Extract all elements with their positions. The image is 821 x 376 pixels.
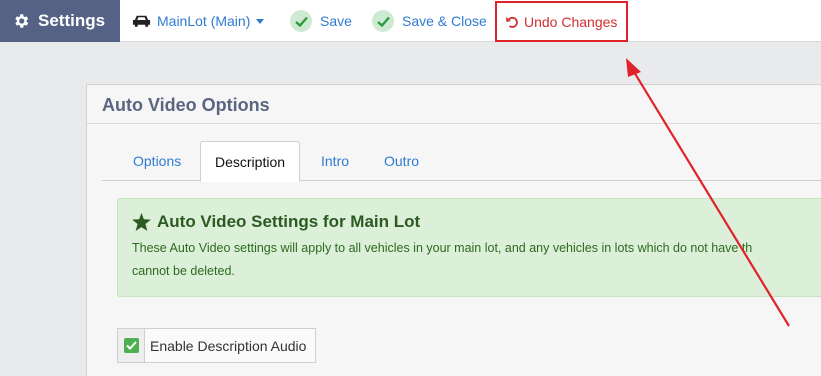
top-toolbar: Settings MainLot (Main) Save Save & Clos… <box>0 0 821 42</box>
checkbox[interactable] <box>123 338 139 353</box>
caret-down-icon <box>256 18 265 24</box>
tab-options[interactable]: Options <box>133 141 181 181</box>
tab-description[interactable]: Description <box>200 141 301 182</box>
lot-selector[interactable]: MainLot (Main) <box>132 0 265 42</box>
gear-icon <box>15 14 29 28</box>
checkbox-container <box>118 329 145 362</box>
checkbox-label: Enable Description Audio <box>145 329 316 362</box>
brand-label: Settings <box>38 11 106 30</box>
undo-icon <box>506 16 518 28</box>
car-icon <box>132 15 151 27</box>
save-close-button[interactable]: Save & Close <box>372 0 487 42</box>
tab-bar: Options Description Intro Outro <box>102 141 821 182</box>
info-alert: Auto Video Settings for Main Lot These A… <box>117 198 821 297</box>
tab-outro[interactable]: Outro <box>384 141 419 181</box>
auto-video-options-panel: Auto Video Options Options Description I… <box>86 84 821 376</box>
check-icon <box>290 10 312 32</box>
save-button[interactable]: Save <box>290 0 352 42</box>
alert-line-1: These Auto Video settings will apply to … <box>132 241 753 255</box>
alert-body: These Auto Video settings will apply to … <box>132 237 821 283</box>
check-icon <box>125 341 137 350</box>
undo-label: Undo Changes <box>524 13 618 30</box>
save-label: Save <box>320 13 352 29</box>
divider <box>87 123 821 124</box>
tab-intro[interactable]: Intro <box>321 141 349 181</box>
undo-changes-button[interactable]: Undo Changes <box>495 1 628 42</box>
lot-selector-label: MainLot (Main) <box>157 13 251 29</box>
settings-brand[interactable]: Settings <box>0 0 120 42</box>
save-close-label: Save & Close <box>402 13 487 29</box>
star-icon <box>132 213 151 231</box>
panel-title: Auto Video Options <box>102 95 270 115</box>
alert-line-2: cannot be deleted. <box>132 264 235 278</box>
enable-description-audio-toggle[interactable]: Enable Description Audio <box>117 328 317 363</box>
check-icon <box>372 10 394 32</box>
alert-heading: Auto Video Settings for Main Lot <box>132 212 420 232</box>
alert-heading-text: Auto Video Settings for Main Lot <box>157 212 421 231</box>
